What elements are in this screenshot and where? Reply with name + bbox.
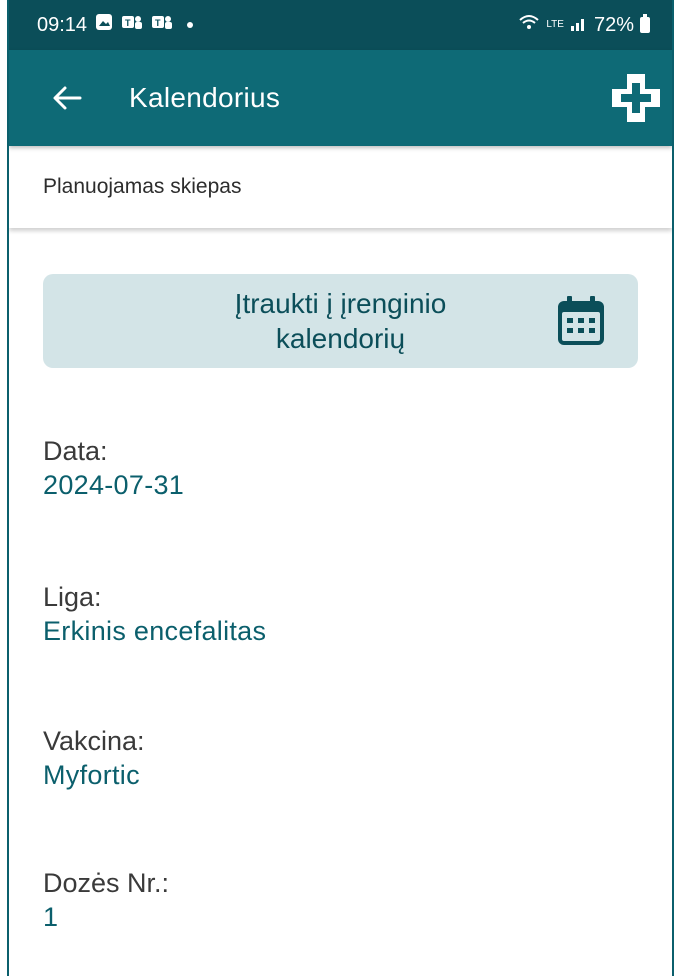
date-label: Data: [43,436,108,466]
disease-field: Liga: Erkinis encefalitas [43,580,638,648]
date-value: 2024-07-31 [43,470,185,500]
gallery-notification-icon [95,13,113,37]
app-frame: 09:14 T T LTE 72% Kalendorius Planuojama… [7,0,674,976]
calendar-icon [558,296,604,345]
status-bar: 09:14 T T LTE 72% [9,0,672,50]
disease-label: Liga: [43,582,102,612]
add-to-calendar-label: Įtraukti į įrenginio kalendorių [43,286,638,356]
content: Įtraukti į įrenginio kalendorių Data: 20… [9,228,672,934]
network-label: LTE [546,19,564,30]
medical-cross-icon [612,74,660,122]
app-logo[interactable] [610,72,662,124]
app-bar: Kalendorius [9,50,672,146]
teams-notification-icon-2: T [151,13,173,37]
svg-text:T: T [125,18,131,28]
dose-value: 1 [43,902,59,932]
date-field: Data: 2024-07-31 [43,434,638,502]
disease-value: Erkinis encefalitas [43,616,267,646]
vaccine-label: Vakcina: [43,726,145,756]
subheader: Planuojamas skiepas [9,146,672,228]
more-notifications-dot-icon [187,22,194,28]
subheader-text: Planuojamas skiepas [43,175,242,198]
battery-percent: 72% [593,13,634,36]
svg-text:T: T [155,18,161,28]
add-to-calendar-label-line1: Įtraukti į įrenginio [234,288,447,319]
status-left: 09:14 T T [37,13,194,37]
vaccine-value: Myfortic [43,760,140,790]
add-to-calendar-label-line2: kalendorių [275,323,406,354]
page-title: Kalendorius [129,82,281,113]
signal-icon [570,14,588,37]
vaccine-field: Vakcina: Myfortic [43,724,638,792]
status-time: 09:14 [37,13,88,36]
wifi-icon [518,13,540,37]
status-right: LTE 72% [518,13,650,37]
dose-label: Dozės Nr.: [43,868,170,898]
back-button[interactable] [37,68,97,128]
add-to-calendar-button[interactable]: Įtraukti į įrenginio kalendorių [43,274,638,368]
battery-icon [640,14,650,33]
volte-icon: LTE [546,20,564,30]
teams-notification-icon: T [121,13,143,37]
dose-field: Dozės Nr.: 1 [43,866,638,934]
arrow-left-icon [53,86,82,110]
